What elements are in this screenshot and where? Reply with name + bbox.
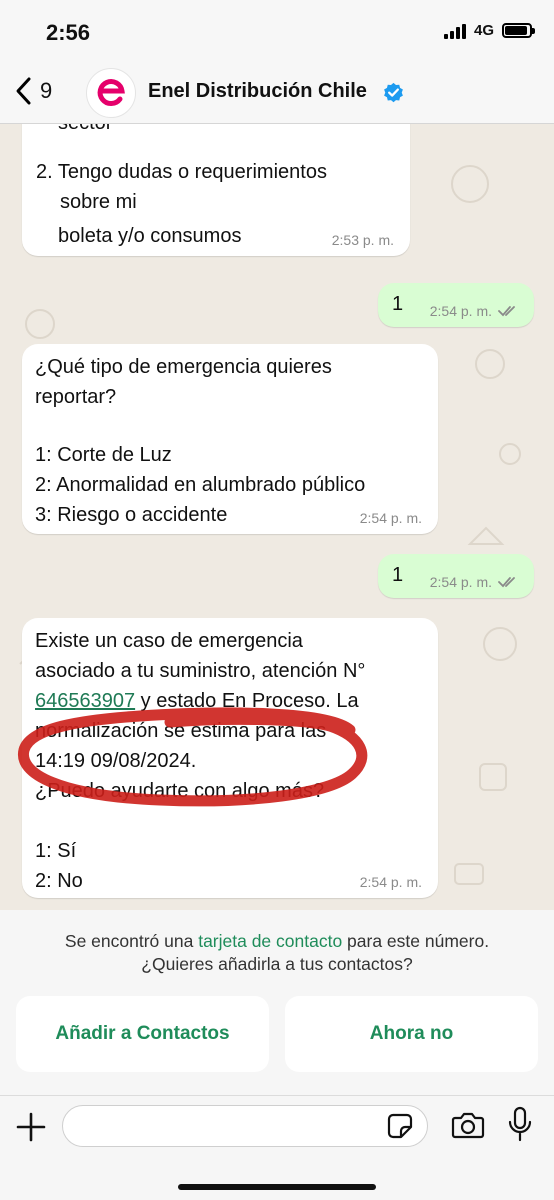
message-text: 1: [392, 293, 404, 315]
message-text: y estado En Proceso. La: [135, 690, 359, 712]
banner-message: Se encontró una tarjeta de contacto para…: [0, 930, 554, 976]
message-text: ¿Puedo ayudarte con algo más?: [35, 780, 325, 802]
avatar[interactable]: [86, 68, 136, 118]
not-now-button[interactable]: Ahora no: [285, 996, 538, 1072]
contact-name[interactable]: Enel Distribución Chile: [148, 80, 367, 103]
message-time: 2:54 p. m.: [359, 510, 422, 526]
message-outgoing[interactable]: 1 2:54 p. m.: [378, 283, 534, 327]
message-time: 2:54 p. m.: [429, 574, 492, 590]
banner-text: para este número.: [342, 931, 490, 951]
message-time: 2:53 p. m.: [331, 232, 394, 248]
contact-card-link[interactable]: tarjeta de contacto: [198, 931, 342, 951]
message-composer: [0, 1095, 554, 1200]
chat-header: 9 Enel Distribución Chile: [0, 62, 554, 124]
unread-count: 9: [40, 78, 53, 103]
double-check-icon: [498, 577, 515, 588]
message-text: reportar?: [35, 386, 117, 408]
message-line: 646563907 y estado En Proceso. La: [35, 686, 359, 716]
status-bar: 2:56 4G: [0, 0, 554, 62]
message-text: ¿Qué tipo de emergencia quieres: [35, 356, 332, 378]
message-meta: 2:54 p. m.: [360, 510, 422, 526]
message-text: 3: Riesgo o accidente: [35, 504, 228, 526]
contact-card-banner: Se encontró una tarjeta de contacto para…: [0, 910, 554, 1095]
chevron-left-icon: [16, 77, 31, 105]
message-outgoing[interactable]: 1 2:54 p. m.: [378, 554, 534, 598]
message-time: 2:54 p. m.: [429, 303, 492, 319]
message-text: sector: [58, 124, 112, 138]
message-text: sobre mi: [60, 191, 137, 213]
microphone-icon[interactable]: [505, 1106, 535, 1144]
home-indicator: [178, 1184, 376, 1190]
battery-icon: [502, 23, 535, 38]
message-text: 2: Anormalidad en alumbrado público: [35, 474, 366, 496]
case-number-link[interactable]: 646563907: [35, 690, 135, 712]
camera-icon[interactable]: [451, 1109, 485, 1141]
status-time: 2:56: [46, 20, 91, 45]
message-incoming[interactable]: sector 2. Tengo dudas o requerimientos s…: [22, 124, 410, 256]
chat-area[interactable]: sector 2. Tengo dudas o requerimientos s…: [0, 124, 554, 910]
message-text: normalización se estima para las: [35, 720, 327, 742]
sticker-icon[interactable]: [387, 1113, 413, 1139]
plus-icon[interactable]: [14, 1110, 48, 1144]
message-text: 14:19 09/08/2024.: [35, 750, 197, 772]
back-button[interactable]: 9: [14, 76, 52, 106]
message-text: 1: [392, 564, 404, 586]
cellular-signal-icon: [443, 23, 466, 39]
message-incoming[interactable]: Existe un caso de emergencia asociado a …: [22, 618, 438, 898]
network-type: 4G: [473, 22, 494, 39]
message-meta: 2:54 p. m.: [360, 874, 422, 890]
message-input[interactable]: [62, 1105, 428, 1147]
status-indicators: 4G: [443, 22, 535, 39]
double-check-icon: [498, 306, 515, 317]
banner-text: Se encontró una: [64, 931, 199, 951]
message-text: Existe un caso de emergencia: [35, 630, 303, 652]
message-text: 2: No: [35, 870, 83, 892]
verified-badge-icon: [384, 82, 403, 103]
message-text: 2. Tengo dudas o requerimientos: [36, 161, 327, 183]
add-to-contacts-button[interactable]: Añadir a Contactos: [16, 996, 269, 1072]
message-meta: 2:54 p. m.: [430, 303, 518, 319]
message-text: 1: Sí: [35, 840, 77, 862]
banner-question: ¿Quieres añadirla a tus contactos?: [141, 954, 413, 974]
message-meta: 2:54 p. m.: [430, 574, 518, 590]
enel-logo-icon: [97, 79, 125, 107]
message-text: boleta y/o consumos: [58, 225, 242, 247]
message-meta: 2:53 p. m.: [332, 232, 394, 248]
message-incoming[interactable]: ¿Qué tipo de emergencia quieres reportar…: [22, 344, 438, 534]
message-text: asociado a tu suministro, atención N°: [35, 660, 366, 682]
message-time: 2:54 p. m.: [359, 874, 422, 890]
message-text: 1: Corte de Luz: [35, 444, 172, 466]
